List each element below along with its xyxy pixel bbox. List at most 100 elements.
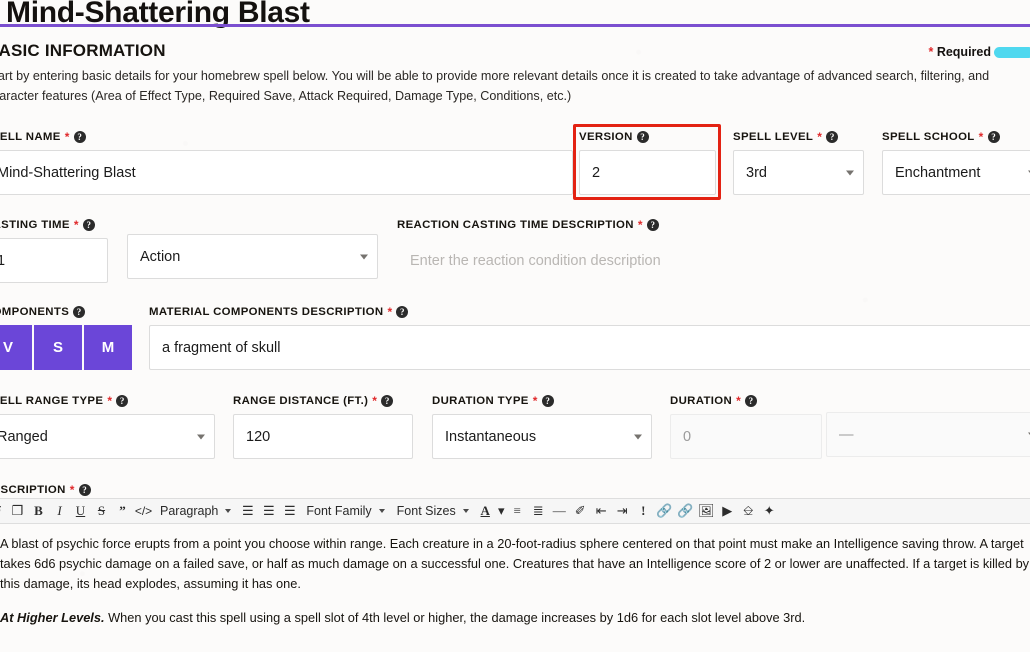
reaction-description-input[interactable] bbox=[397, 238, 1030, 283]
spell-school-value: Enchantment bbox=[895, 164, 981, 181]
undo-icon[interactable]: ↺ bbox=[0, 499, 7, 523]
range-type-required-star: * bbox=[107, 394, 113, 408]
field-reaction-description: REACTION CASTING TIME DESCRIPTION * ? bbox=[397, 219, 1030, 283]
image-icon[interactable]: 🖼 bbox=[696, 499, 717, 523]
blockquote-icon[interactable]: ” bbox=[112, 499, 133, 523]
spell-name-label-text: SPELL NAME bbox=[0, 131, 61, 143]
alert-icon[interactable]: ! bbox=[633, 499, 654, 523]
help-icon[interactable]: ? bbox=[82, 219, 95, 231]
range-distance-input[interactable] bbox=[233, 414, 413, 459]
description-editor-body[interactable]: A blast of psychic force erupts from a p… bbox=[0, 524, 1030, 628]
italic-icon[interactable]: I bbox=[49, 499, 70, 523]
field-casting-time: CASTING TIME * ? bbox=[0, 219, 108, 283]
range-type-select[interactable]: Ranged bbox=[0, 414, 215, 459]
duration-type-select[interactable]: Instantaneous bbox=[432, 414, 652, 459]
spell-name-input[interactable] bbox=[0, 150, 573, 195]
at-higher-levels-lead: At Higher Levels. bbox=[0, 610, 105, 626]
unlink-icon[interactable]: 🔗 bbox=[675, 499, 696, 523]
special-character-icon[interactable]: ✦ bbox=[759, 499, 780, 523]
spell-level-label: SPELL LEVEL * ? bbox=[733, 131, 864, 143]
help-icon[interactable]: ? bbox=[541, 395, 554, 407]
bullet-list-icon[interactable]: ≡ bbox=[507, 499, 528, 523]
range-distance-required-star: * bbox=[372, 394, 378, 408]
help-icon[interactable]: ? bbox=[745, 395, 758, 407]
description-label: DESCRIPTION * ? bbox=[0, 484, 91, 496]
field-version: VERSION ? bbox=[579, 131, 716, 195]
material-description-input[interactable] bbox=[149, 325, 1030, 370]
font-family-value: Font Family bbox=[306, 504, 372, 518]
help-icon[interactable]: ? bbox=[73, 131, 86, 143]
help-icon[interactable]: ? bbox=[987, 131, 1000, 143]
chevron-down-icon bbox=[225, 509, 232, 513]
paragraph-format-dropdown[interactable]: Paragraph bbox=[154, 499, 237, 523]
code-icon[interactable]: </> bbox=[133, 499, 154, 523]
range-distance-label: RANGE DISTANCE (FT.) * ? bbox=[233, 395, 413, 407]
field-spell-school: SPELL SCHOOL * ? Enchantment bbox=[882, 131, 1030, 195]
source-code-icon[interactable]: ⎒ bbox=[738, 499, 759, 523]
field-duration-type: DURATION TYPE * ? Instantaneous bbox=[432, 395, 652, 459]
spell-name-label: SPELL NAME * ? bbox=[0, 131, 573, 143]
reaction-description-label: REACTION CASTING TIME DESCRIPTION * ? bbox=[397, 219, 1030, 231]
font-sizes-dropdown[interactable]: Font Sizes bbox=[391, 499, 475, 523]
underline-icon[interactable]: U bbox=[70, 499, 91, 523]
section-toggle[interactable] bbox=[994, 47, 1030, 58]
field-duration-unit: — bbox=[826, 412, 1030, 457]
clear-formatting-icon[interactable]: ✐ bbox=[570, 499, 591, 523]
chevron-down-icon bbox=[378, 509, 385, 513]
bold-icon[interactable]: B bbox=[28, 499, 49, 523]
link-icon[interactable]: 🔗 bbox=[654, 499, 675, 523]
components-button-group: V S M bbox=[0, 325, 132, 370]
spell-level-select[interactable]: 3rd bbox=[733, 150, 864, 195]
help-icon[interactable]: ? bbox=[636, 131, 649, 143]
casting-time-unit-select[interactable]: Action bbox=[127, 234, 378, 279]
spell-school-select[interactable]: Enchantment bbox=[882, 150, 1030, 195]
duration-unit-select[interactable]: — bbox=[826, 412, 1030, 457]
help-icon[interactable]: ? bbox=[646, 219, 659, 231]
duration-type-required-star: * bbox=[532, 394, 538, 408]
description-label-text: DESCRIPTION bbox=[0, 484, 66, 496]
numbered-list-icon[interactable]: ≣ bbox=[528, 499, 549, 523]
help-icon[interactable]: ? bbox=[381, 395, 394, 407]
duration-label: DURATION * ? bbox=[670, 395, 822, 407]
duration-required-star: * bbox=[736, 394, 742, 408]
material-description-required-star: * bbox=[387, 305, 393, 319]
duration-value-input[interactable] bbox=[670, 414, 822, 459]
component-button-m[interactable]: M bbox=[84, 325, 132, 370]
horizontal-rule-icon[interactable]: — bbox=[549, 499, 570, 523]
required-legend-label: Required bbox=[936, 45, 991, 59]
video-icon[interactable]: ▶ bbox=[717, 499, 738, 523]
version-input[interactable] bbox=[579, 150, 716, 195]
help-icon[interactable]: ? bbox=[73, 306, 86, 318]
help-icon[interactable]: ? bbox=[116, 395, 129, 407]
range-type-label-text: SPELL RANGE TYPE bbox=[0, 395, 104, 407]
field-spell-level: SPELL LEVEL * ? 3rd bbox=[733, 131, 864, 195]
align-center-icon[interactable]: ☰ bbox=[258, 499, 279, 523]
range-type-value: Ranged bbox=[0, 428, 48, 445]
field-casting-time-unit: Action bbox=[127, 234, 378, 279]
redo-icon[interactable]: ❒ bbox=[7, 499, 28, 523]
chevron-down-icon[interactable]: ▾ bbox=[496, 499, 507, 523]
align-right-icon[interactable]: ☰ bbox=[279, 499, 300, 523]
paragraph-format-value: Paragraph bbox=[160, 504, 219, 518]
component-button-s[interactable]: S bbox=[34, 325, 82, 370]
material-description-label: MATERIAL COMPONENTS DESCRIPTION * ? bbox=[149, 306, 1030, 318]
help-icon[interactable]: ? bbox=[826, 131, 839, 143]
version-label: VERSION ? bbox=[579, 131, 716, 143]
components-label-text: COMPONENTS bbox=[0, 306, 70, 318]
text-color-icon[interactable]: A bbox=[475, 499, 496, 523]
help-icon[interactable]: ? bbox=[396, 306, 409, 318]
help-icon[interactable]: ? bbox=[78, 484, 91, 496]
field-components: COMPONENTS ? V S M bbox=[0, 306, 132, 370]
font-family-dropdown[interactable]: Font Family bbox=[300, 499, 390, 523]
component-button-v[interactable]: V bbox=[0, 325, 32, 370]
spell-level-required-star: * bbox=[817, 130, 823, 144]
duration-type-label: DURATION TYPE * ? bbox=[432, 395, 652, 407]
indent-decrease-icon[interactable]: ⇤ bbox=[591, 499, 612, 523]
indent-increase-icon[interactable]: ⇥ bbox=[612, 499, 633, 523]
casting-time-unit-value: Action bbox=[140, 248, 181, 265]
chevron-down-icon bbox=[360, 254, 368, 259]
homebrew-spell-form-page: Mind-Shattering Blast BASIC INFORMATION … bbox=[0, 0, 1030, 652]
casting-time-input[interactable] bbox=[0, 238, 108, 283]
strikethrough-icon[interactable]: S bbox=[91, 499, 112, 523]
align-left-icon[interactable]: ☰ bbox=[237, 499, 258, 523]
